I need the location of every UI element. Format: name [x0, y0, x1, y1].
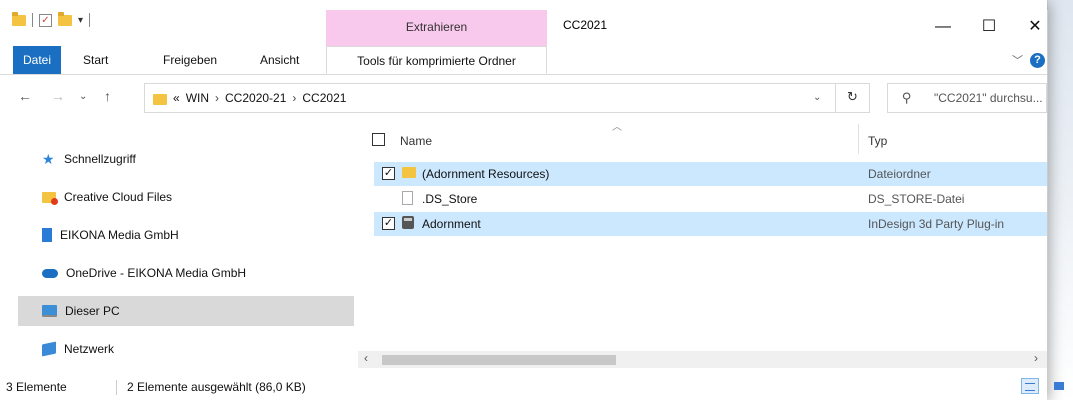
- divider: [89, 13, 91, 27]
- building-icon: [42, 228, 52, 242]
- folder-icon: [153, 93, 167, 105]
- sort-ascending-icon: ︿: [612, 122, 622, 133]
- breadcrumb-overflow[interactable]: «: [173, 91, 180, 105]
- computer-icon: [42, 305, 57, 317]
- status-bar: 3 Elemente 2 Elemente ausgewählt (86,0 K…: [0, 376, 1047, 400]
- row-checkbox[interactable]: ✓: [382, 167, 395, 180]
- new-folder-icon[interactable]: [58, 11, 72, 26]
- nav-item-label: EIKONA Media GmbH: [60, 228, 179, 242]
- column-header-row: Name ︿ Typ: [358, 118, 1047, 158]
- context-group-title: Extrahieren: [405, 20, 468, 34]
- folder-icon: [12, 11, 26, 26]
- nav-item-label: Dieser PC: [65, 304, 120, 318]
- tab-ansicht[interactable]: Ansicht: [260, 46, 299, 74]
- divider: [835, 84, 836, 112]
- file-type: InDesign 3d Party Plug-in: [868, 217, 1005, 231]
- ribbon-tabs: Datei Start Freigeben Ansicht Tools für …: [0, 46, 1047, 75]
- nav-item-onedrive[interactable]: OneDrive - EIKONA Media GmbH: [18, 258, 354, 288]
- nav-item-dieser-pc[interactable]: Dieser PC: [18, 296, 354, 326]
- properties-icon[interactable]: ✓: [39, 13, 52, 27]
- navigation-pane: ★ Schnellzugriff Creative Cloud Files EI…: [0, 124, 355, 372]
- search-icon: ⚲: [902, 90, 912, 105]
- folder-icon: [402, 166, 416, 180]
- file-name: (Adornment Resources): [422, 167, 550, 181]
- help-icon[interactable]: ?: [1030, 53, 1045, 68]
- file-name: Adornment: [422, 217, 481, 231]
- file-list: Name ︿ Typ ✓ (Adornment Resources) Datei…: [358, 118, 1047, 374]
- recent-locations-icon[interactable]: ⌄: [79, 91, 87, 102]
- scroll-right-icon[interactable]: ›: [1034, 351, 1038, 365]
- chevron-down-icon[interactable]: ⌄: [813, 92, 821, 103]
- network-icon: [42, 341, 56, 357]
- divider: [32, 13, 33, 27]
- window-title: CC2021: [563, 18, 608, 32]
- chevron-down-icon[interactable]: ﹀: [1012, 52, 1023, 68]
- nav-item-creative-cloud-files[interactable]: Creative Cloud Files: [18, 182, 354, 212]
- row-checkbox[interactable]: ✓: [382, 217, 395, 230]
- file-row[interactable]: ✓ Adornment InDesign 3d Party Plug-in: [374, 212, 1047, 236]
- breadcrumb-win[interactable]: WIN: [186, 91, 209, 105]
- scroll-left-icon[interactable]: ‹: [364, 351, 368, 365]
- desktop-background-right: [1048, 0, 1073, 400]
- close-button[interactable]: ✕: [1012, 12, 1047, 42]
- forward-arrow-icon[interactable]: →: [51, 88, 65, 104]
- tab-freigeben[interactable]: Freigeben: [163, 46, 217, 74]
- nav-item-netzwerk[interactable]: Netzwerk: [18, 334, 354, 364]
- details-view-icon[interactable]: [1021, 378, 1039, 394]
- file-name: .DS_Store: [422, 192, 478, 206]
- tab-compressed-folder-tools[interactable]: Tools für komprimierte Ordner: [326, 46, 547, 74]
- address-bar[interactable]: « WIN › CC2020-21 › CC2021 ⌄ ↻: [144, 83, 870, 113]
- up-arrow-icon[interactable]: ↑: [104, 88, 111, 104]
- item-count: 3 Elemente: [6, 380, 67, 394]
- nav-item-schnellzugriff[interactable]: ★ Schnellzugriff: [18, 144, 354, 174]
- breadcrumb-separator[interactable]: ›: [215, 91, 219, 105]
- selection-info: 2 Elemente ausgewählt (86,0 KB): [127, 380, 306, 394]
- nav-item-label: Creative Cloud Files: [64, 190, 173, 204]
- horizontal-scrollbar[interactable]: ‹ ›: [358, 351, 1047, 368]
- breadcrumb-separator[interactable]: ›: [292, 91, 296, 105]
- large-icons-view-icon[interactable]: [1050, 378, 1068, 394]
- column-header-type[interactable]: Typ: [868, 134, 887, 148]
- minimize-button[interactable]: —: [920, 12, 966, 42]
- tab-datei[interactable]: Datei: [13, 46, 61, 74]
- nav-item-label: OneDrive - EIKONA Media GmbH: [66, 266, 247, 280]
- plugin-icon: [402, 216, 414, 232]
- breadcrumb-cc2021[interactable]: CC2021: [302, 91, 346, 105]
- file-icon: [402, 191, 413, 208]
- nav-item-eikona-media[interactable]: EIKONA Media GmbH: [18, 220, 354, 250]
- column-divider[interactable]: [858, 124, 859, 154]
- star-icon: ★: [42, 151, 55, 167]
- quick-access-toolbar: ✓ ▾: [12, 10, 91, 30]
- file-explorer-window: ✓ ▾ Extrahieren CC2021 — ☐ ✕ Datei Start…: [0, 0, 1047, 400]
- divider: [116, 380, 117, 395]
- creative-cloud-folder-icon: [42, 191, 58, 205]
- cloud-icon: [42, 268, 58, 278]
- maximize-button[interactable]: ☐: [966, 12, 1012, 42]
- nav-item-label: Netzwerk: [64, 342, 115, 356]
- search-placeholder: "CC2021" durchsu...: [934, 91, 1043, 105]
- title-bar: ✓ ▾ Extrahieren CC2021 — ☐ ✕: [0, 0, 1047, 46]
- search-input[interactable]: ⚲ "CC2021" durchsu...: [887, 83, 1047, 113]
- customize-toolbar-icon[interactable]: ▾: [78, 15, 83, 26]
- breadcrumb-cc2020-21[interactable]: CC2020-21: [225, 91, 286, 105]
- tab-start[interactable]: Start: [83, 46, 108, 74]
- scrollbar-thumb[interactable]: [382, 355, 616, 365]
- file-type: DS_STORE-Datei: [868, 192, 965, 206]
- refresh-icon[interactable]: ↻: [847, 89, 858, 105]
- file-row[interactable]: ✓ (Adornment Resources) Dateiordner: [374, 162, 1047, 186]
- column-header-name[interactable]: Name: [400, 134, 432, 148]
- file-type: Dateiordner: [868, 167, 931, 181]
- file-row[interactable]: .DS_Store DS_STORE-Datei: [374, 187, 1047, 211]
- back-arrow-icon[interactable]: ←: [18, 88, 32, 104]
- select-all-checkbox[interactable]: [372, 133, 385, 146]
- address-row: ← → ⌄ ↑ « WIN › CC2020-21 › CC2021 ⌄ ↻ ⚲…: [0, 82, 1047, 116]
- nav-item-label: Schnellzugriff: [64, 152, 136, 166]
